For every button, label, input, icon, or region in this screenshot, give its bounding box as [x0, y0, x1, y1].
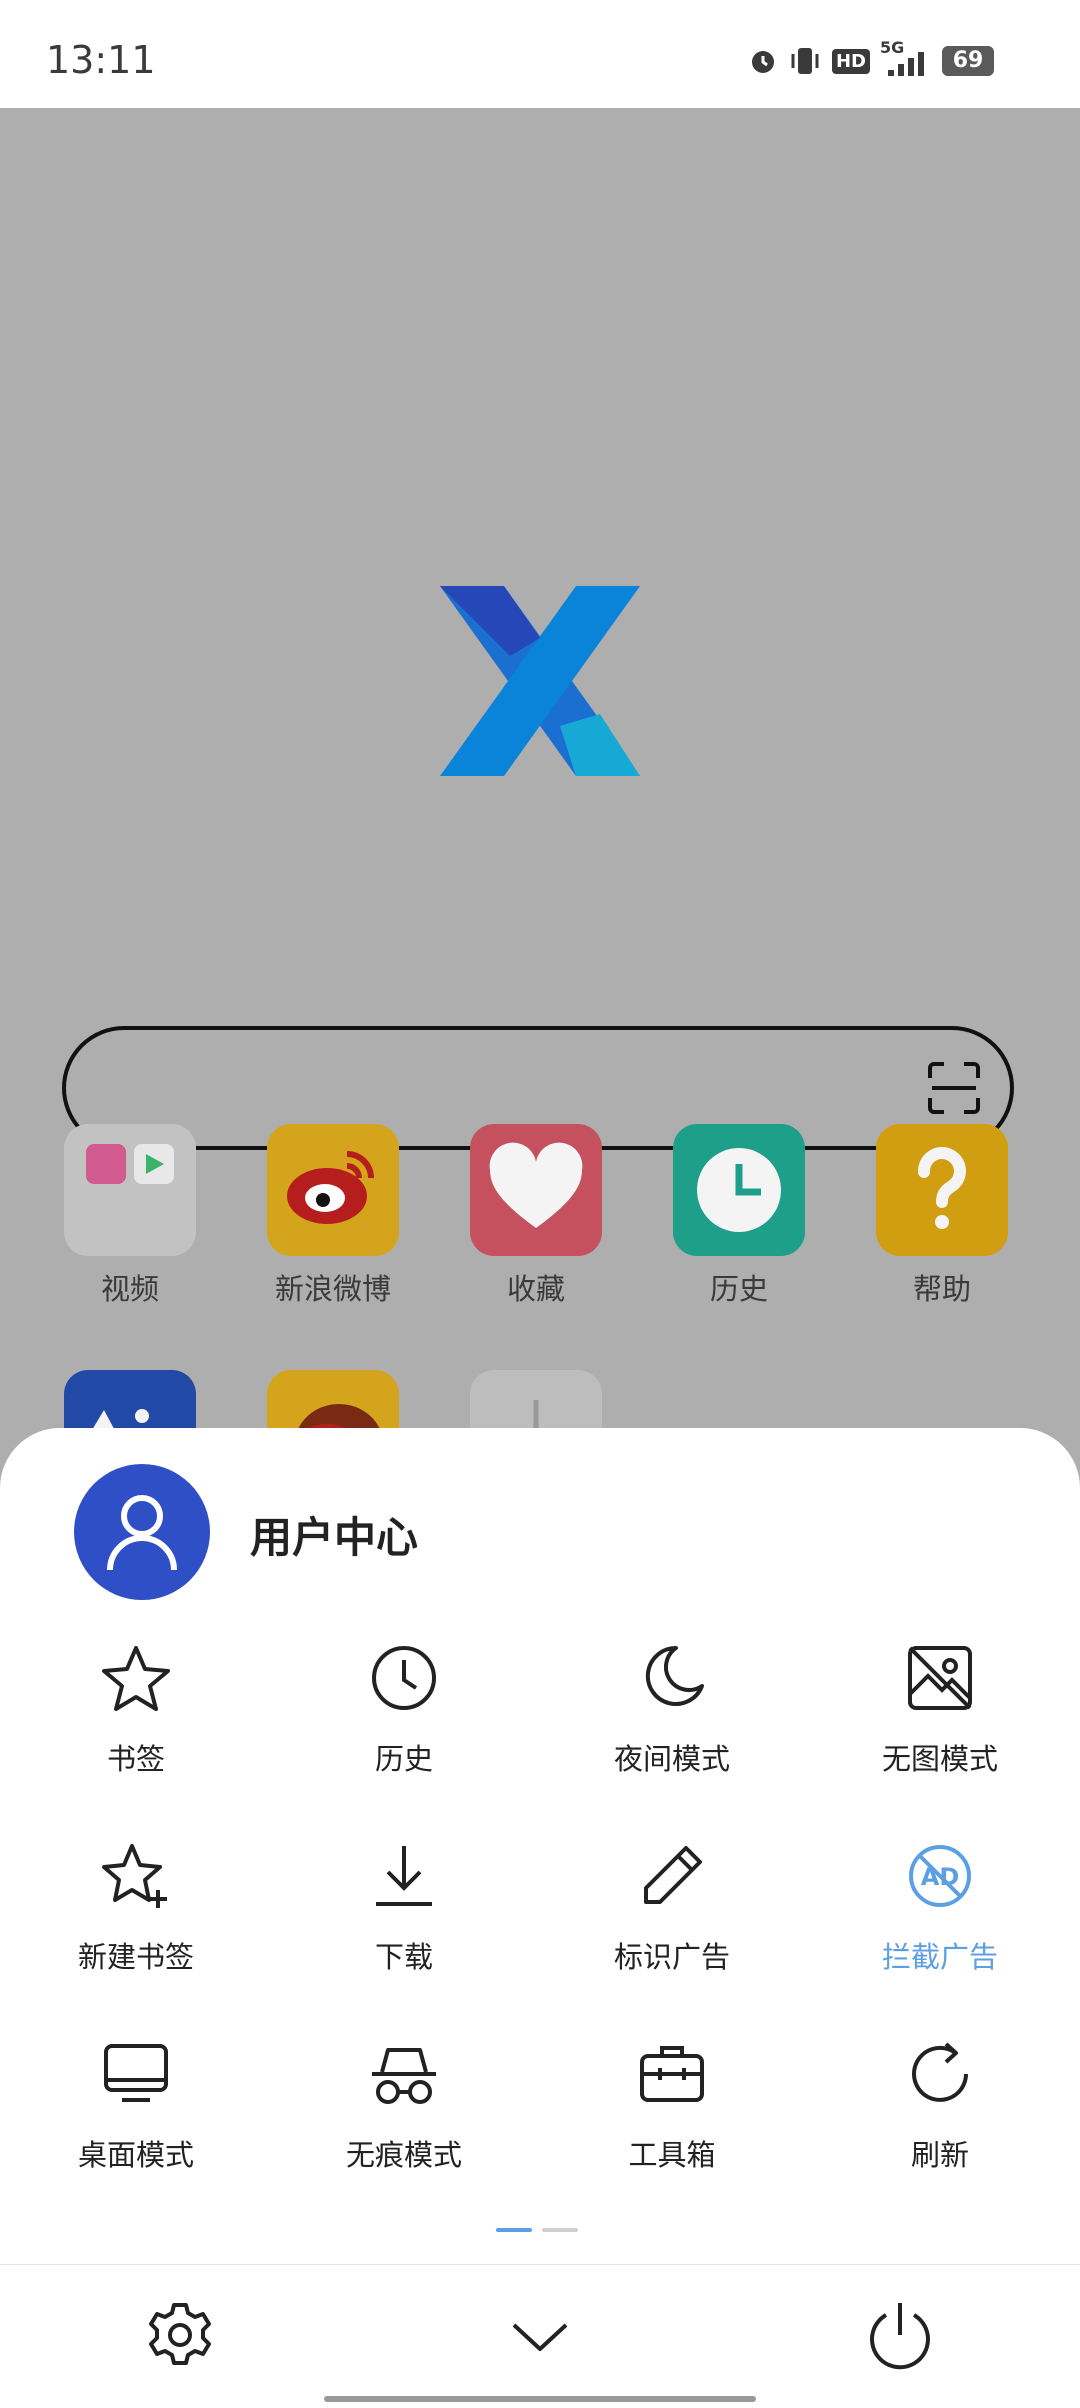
quick-link-favorites[interactable]: 收藏 [436, 1124, 636, 1308]
settings-button[interactable] [144, 2299, 216, 2375]
svg-text:AD: AD [921, 1863, 960, 1891]
quick-link-history[interactable]: 历史 [639, 1124, 839, 1308]
menu-item-new-bookmark[interactable]: 新建书签 [36, 1836, 236, 1976]
avatar[interactable] [74, 1464, 210, 1600]
menu-item-night-mode[interactable]: 夜间模式 [572, 1638, 772, 1778]
status-time: 13:11 [46, 38, 156, 82]
question-icon [876, 1124, 1008, 1256]
clock-icon [372, 1646, 436, 1710]
page-dot [542, 2228, 578, 2232]
alarm-icon [751, 51, 774, 73]
vibrate-icon [791, 48, 819, 74]
quick-link-weibo[interactable]: 新浪微博 [233, 1124, 433, 1308]
page-indicator [496, 2228, 578, 2232]
menu-item-history[interactable]: 历史 [304, 1638, 504, 1778]
incognito-icon [372, 2048, 436, 2104]
no-image-icon [908, 1646, 972, 1710]
star-plus-icon [102, 1844, 167, 1908]
menu-item-toolbox[interactable]: 工具箱 [572, 2034, 772, 2174]
heart-icon [470, 1124, 602, 1256]
user-center-label[interactable]: 用户中心 [250, 1504, 418, 1565]
menu-item-mark-ads[interactable]: 标识广告 [572, 1836, 772, 1976]
quick-link-video[interactable]: 视频 [30, 1124, 230, 1308]
power-icon [870, 2303, 930, 2370]
bottom-toolbar [0, 2264, 1080, 2408]
toolbox-icon [640, 2046, 704, 2102]
ad-block-icon: AD [909, 1845, 971, 1907]
moon-icon [645, 1645, 704, 1706]
star-icon [102, 1646, 170, 1711]
menu-item-desktop-mode[interactable]: 桌面模式 [36, 2034, 236, 2174]
menu-item-refresh[interactable]: 刷新 [840, 2034, 1040, 2174]
menu-item-bookmarks[interactable]: 书签 [36, 1638, 236, 1778]
menu-item-download[interactable]: 下载 [304, 1836, 504, 1976]
home-indicator[interactable] [324, 2396, 756, 2402]
collapse-menu-button[interactable] [504, 2299, 576, 2375]
scan-icon[interactable] [926, 1060, 982, 1116]
weibo-icon [267, 1124, 399, 1256]
signal-icon [888, 52, 924, 76]
video-folder-icon [64, 1124, 196, 1256]
gear-icon [149, 2303, 211, 2365]
exit-button[interactable] [864, 2299, 936, 2375]
refresh-icon [912, 2042, 968, 2102]
quick-link-help[interactable]: 帮助 [842, 1124, 1042, 1308]
page-dot-active [496, 2228, 532, 2232]
user-icon [107, 1495, 177, 1571]
menu-item-incognito[interactable]: 无痕模式 [304, 2034, 504, 2174]
signal-indicator: 5G [880, 38, 932, 78]
monitor-icon [104, 2044, 168, 2102]
menu-item-block-ads[interactable]: AD 拦截广告 [840, 1836, 1040, 1976]
hd-badge: HD [831, 48, 870, 74]
status-icons: HD 5G 69 [748, 38, 994, 78]
battery-indicator: 69 [942, 46, 994, 76]
pencil-icon [644, 1846, 702, 1904]
browser-logo-icon [440, 586, 640, 776]
download-icon [376, 1846, 432, 1906]
menu-sheet: 用户中心 书签 历史 夜间模式 无图模式 新建书签 下载 标识广告 AD 拦截广… [0, 1428, 1080, 2408]
menu-item-no-image-mode[interactable]: 无图模式 [840, 1638, 1040, 1778]
status-bar: 13:11 HD 5G 69 [0, 0, 1080, 108]
clock-icon [673, 1124, 805, 1256]
chevron-down-icon [512, 2323, 568, 2351]
